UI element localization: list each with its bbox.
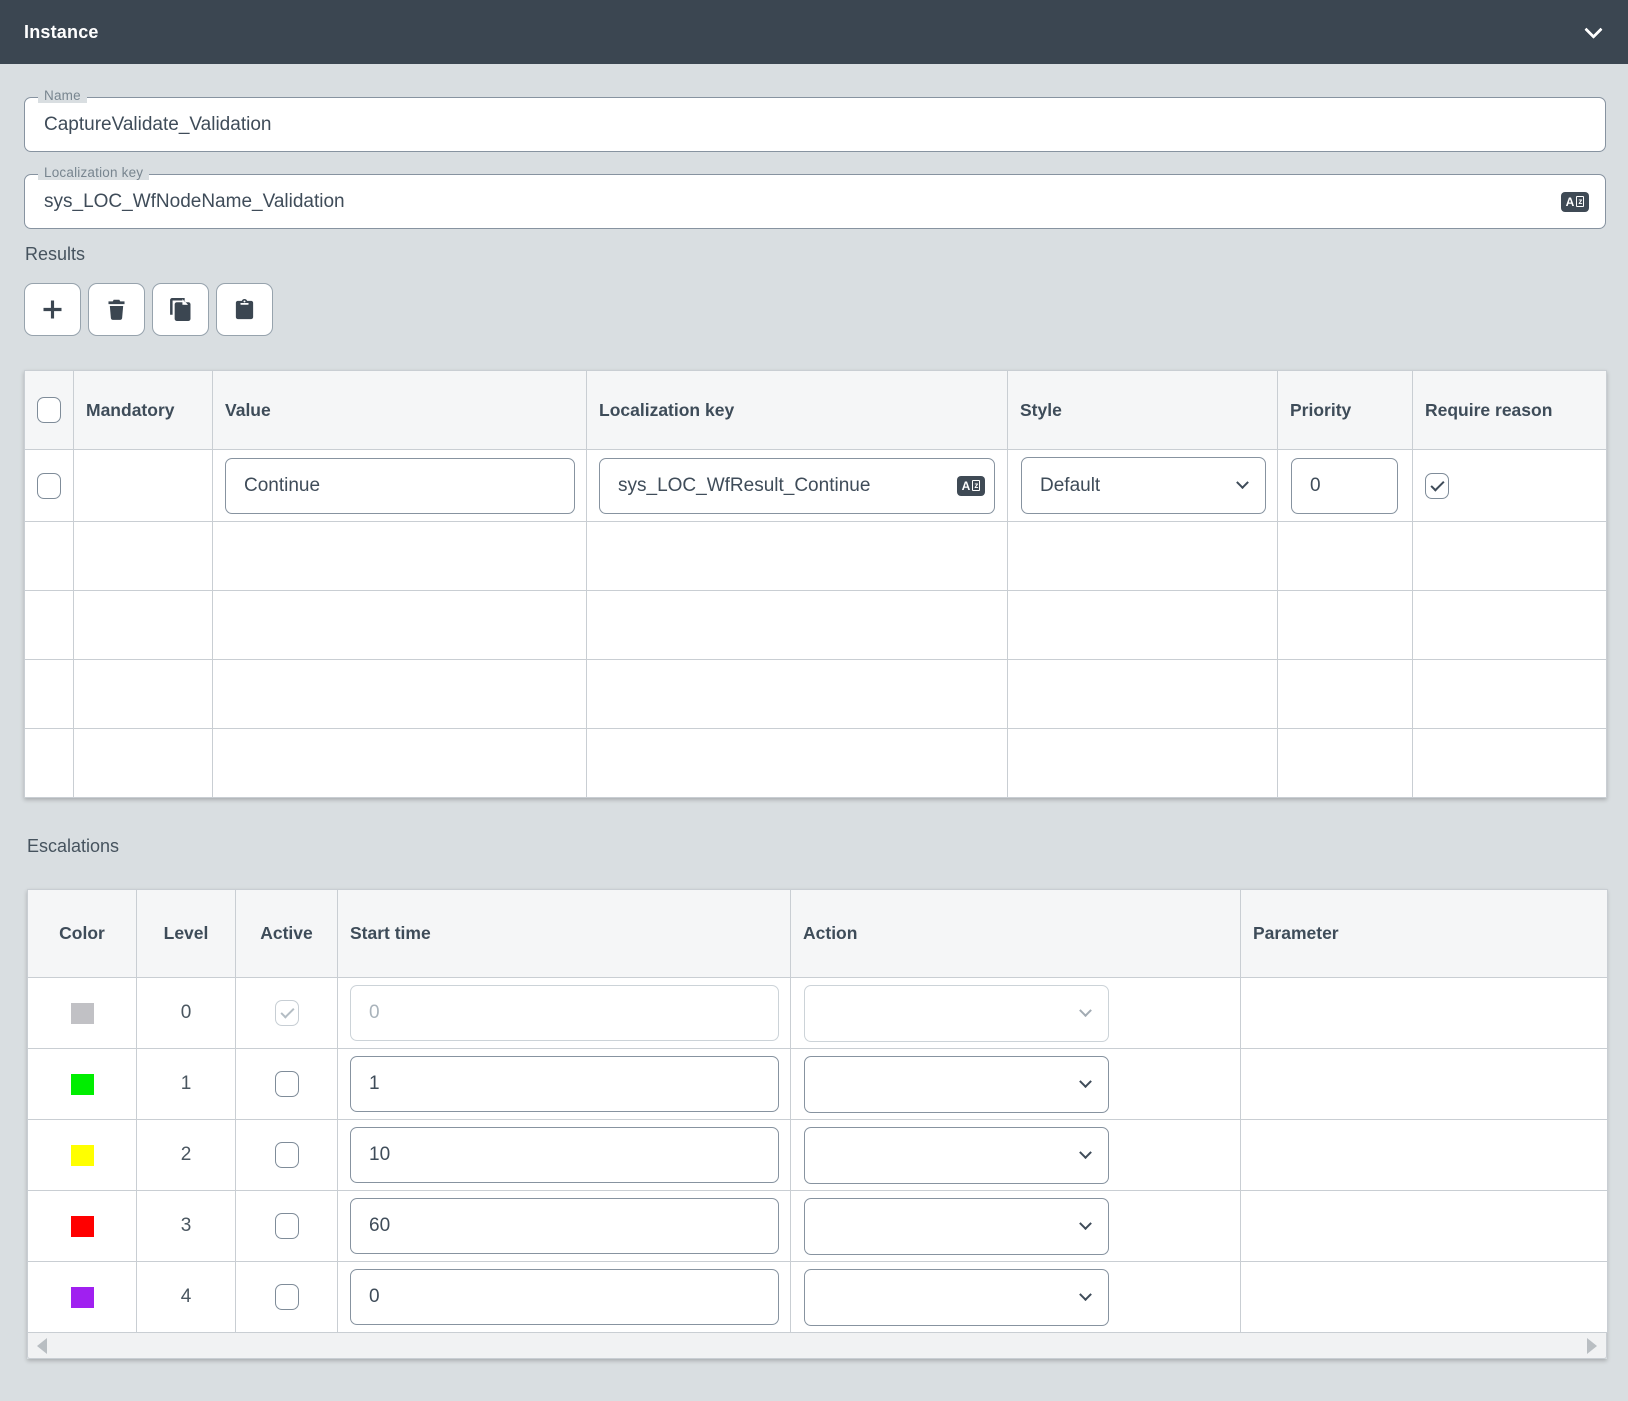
escalations-section-label: Escalations	[27, 836, 1606, 857]
delete-result-button[interactable]	[88, 283, 145, 336]
column-header-start-time: Start time	[338, 890, 791, 978]
color-swatch[interactable]	[71, 1074, 94, 1095]
paste-result-button[interactable]	[216, 283, 273, 336]
active-checkbox[interactable]	[275, 1071, 299, 1097]
action-select[interactable]	[804, 1056, 1109, 1113]
escalations-header-row: Color Level Active Start time Action Par…	[28, 890, 1608, 978]
trash-icon	[104, 297, 129, 322]
action-select[interactable]	[804, 1269, 1109, 1326]
chevron-down-icon	[1079, 1146, 1092, 1159]
column-header-style: Style	[1008, 371, 1278, 450]
clipboard-icon	[233, 298, 256, 321]
translate-icon[interactable]: Az	[1561, 192, 1589, 212]
chevron-down-icon	[1079, 1004, 1092, 1017]
results-table: Mandatory Value Localization key Style P…	[24, 370, 1607, 798]
escalation-row-1: 1	[28, 1049, 1608, 1120]
scroll-right-arrow-icon[interactable]	[1587, 1338, 1597, 1354]
result-row: Az Default	[25, 450, 1607, 522]
level-value: 0	[181, 1002, 192, 1023]
mandatory-cell	[74, 450, 213, 522]
style-select-value: Default	[1040, 475, 1100, 497]
results-section-label: Results	[25, 244, 1606, 265]
escalation-row-4: 4	[28, 1262, 1608, 1333]
color-swatch[interactable]	[71, 1216, 94, 1237]
column-header-localization-key: Localization key	[587, 371, 1008, 450]
localization-key-field-label: Localization key	[38, 165, 149, 180]
chevron-down-icon	[1079, 1075, 1092, 1088]
name-field[interactable]: Name CaptureValidate_Validation	[24, 97, 1606, 152]
empty-result-row	[25, 522, 1607, 591]
select-all-header-cell	[25, 371, 74, 450]
action-select[interactable]	[804, 1127, 1109, 1184]
level-value: 4	[181, 1286, 192, 1307]
parameter-cell	[1241, 1049, 1608, 1120]
column-header-color: Color	[28, 890, 137, 978]
column-header-mandatory: Mandatory	[74, 371, 213, 450]
scroll-left-arrow-icon[interactable]	[37, 1338, 47, 1354]
localization-key-field[interactable]: Localization key sys_LOC_WfNodeName_Vali…	[24, 174, 1606, 229]
column-header-parameter: Parameter	[1241, 890, 1608, 978]
color-swatch[interactable]	[71, 1287, 94, 1308]
chevron-down-icon	[1236, 476, 1249, 489]
column-header-active: Active	[236, 890, 338, 978]
active-checkbox[interactable]	[275, 1142, 299, 1168]
action-select[interactable]	[804, 1198, 1109, 1255]
column-header-require-reason: Require reason	[1413, 371, 1607, 450]
parameter-cell	[1241, 1191, 1608, 1262]
horizontal-scrollbar[interactable]	[27, 1333, 1607, 1359]
start-time-input[interactable]	[350, 1127, 779, 1183]
chevron-down-icon	[1079, 1217, 1092, 1230]
style-select[interactable]: Default	[1021, 457, 1266, 514]
start-time-input[interactable]	[350, 1056, 779, 1112]
translate-icon[interactable]: Az	[957, 476, 985, 496]
empty-result-row	[25, 729, 1607, 798]
active-checkbox	[275, 1000, 299, 1026]
copy-icon	[168, 297, 193, 322]
priority-input[interactable]	[1291, 458, 1398, 514]
level-value: 2	[181, 1144, 192, 1165]
escalation-row-2: 2	[28, 1120, 1608, 1191]
panel-title: Instance	[24, 22, 99, 43]
name-field-label: Name	[38, 88, 87, 103]
row-select-checkbox[interactable]	[37, 473, 61, 499]
escalation-row-0: 0	[28, 978, 1608, 1049]
escalations-table: Color Level Active Start time Action Par…	[27, 889, 1608, 1333]
level-value: 1	[181, 1073, 192, 1094]
start-time-input[interactable]	[350, 1198, 779, 1254]
color-swatch[interactable]	[71, 1003, 94, 1024]
parameter-cell	[1241, 1120, 1608, 1191]
column-header-priority: Priority	[1278, 371, 1413, 450]
chevron-down-icon	[1079, 1288, 1092, 1301]
name-field-value: CaptureValidate_Validation	[44, 114, 271, 136]
start-time-input[interactable]	[350, 1269, 779, 1325]
action-select	[804, 985, 1109, 1042]
parameter-cell	[1241, 1262, 1608, 1333]
require-reason-checkbox[interactable]	[1425, 473, 1449, 499]
results-header-row: Mandatory Value Localization key Style P…	[25, 371, 1607, 450]
collapse-chevron-icon[interactable]	[1584, 20, 1602, 38]
level-value: 3	[181, 1215, 192, 1236]
copy-result-button[interactable]	[152, 283, 209, 336]
instance-panel-header: Instance	[0, 0, 1628, 64]
results-toolbar	[24, 283, 1606, 336]
escalations-table-container: Color Level Active Start time Action Par…	[27, 889, 1607, 1359]
escalation-row-3: 3	[28, 1191, 1608, 1262]
add-result-button[interactable]	[24, 283, 81, 336]
localization-key-field-value: sys_LOC_WfNodeName_Validation	[44, 191, 345, 213]
column-header-action: Action	[791, 890, 1241, 978]
color-swatch[interactable]	[71, 1145, 94, 1166]
column-header-level: Level	[137, 890, 236, 978]
empty-result-row	[25, 660, 1607, 729]
start-time-input	[350, 985, 779, 1041]
result-localization-key-input[interactable]	[599, 458, 995, 514]
plus-icon	[39, 296, 66, 323]
active-checkbox[interactable]	[275, 1213, 299, 1239]
select-all-checkbox[interactable]	[37, 397, 61, 423]
empty-result-row	[25, 591, 1607, 660]
parameter-cell	[1241, 978, 1608, 1049]
result-value-input[interactable]	[225, 458, 575, 514]
column-header-value: Value	[213, 371, 587, 450]
active-checkbox[interactable]	[275, 1284, 299, 1310]
